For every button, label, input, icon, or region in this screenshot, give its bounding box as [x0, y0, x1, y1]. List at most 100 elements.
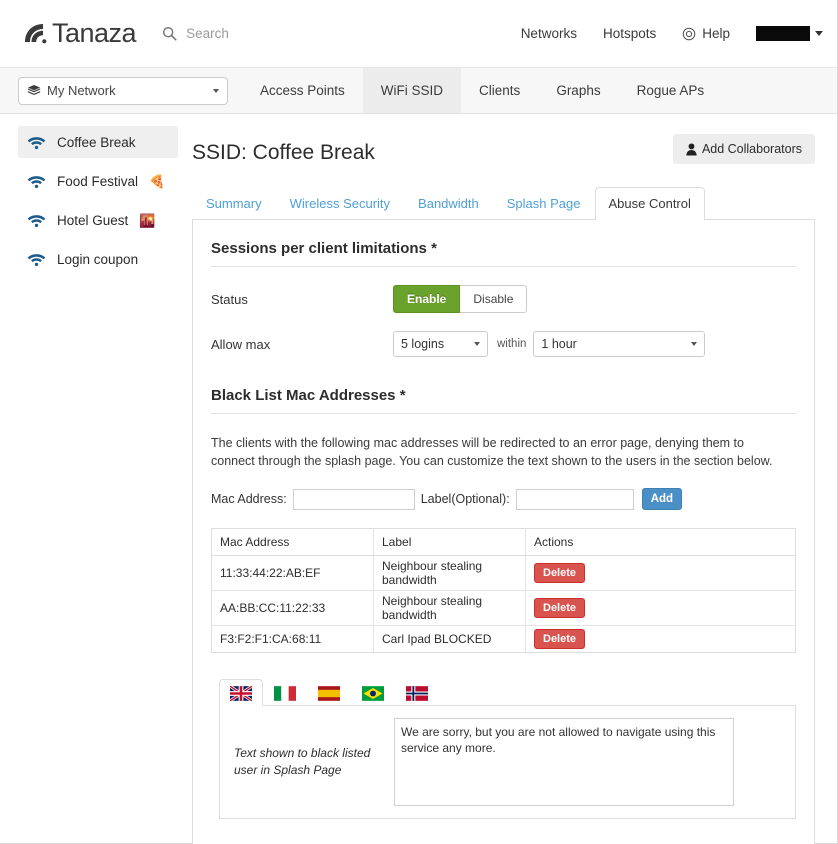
splash-text-caption: Text shown to black listed user in Splas… [234, 746, 371, 778]
italy-flag-icon [274, 686, 296, 702]
delete-button[interactable]: Delete [534, 629, 586, 650]
column-header-mac: Mac Address [211, 528, 374, 557]
language-tabs [219, 679, 796, 707]
column-header-label: Label [373, 528, 526, 557]
column-header-actions: Actions [525, 528, 796, 557]
top-header-bar: Tanaza Networks Hotspots Help [0, 0, 837, 68]
mac-address-field-label: Mac Address: [211, 492, 287, 507]
tab-clients[interactable]: Clients [461, 68, 538, 113]
body-wrapper: Coffee Break Food Festival 🍕 Hotel Guest [0, 114, 837, 844]
user-account-menu[interactable] [756, 26, 823, 41]
wifi-icon [27, 136, 46, 149]
tab-wifi-ssid[interactable]: WiFi SSID [362, 68, 462, 113]
top-nav: Networks Hotspots Help [521, 26, 823, 41]
sidebar-item-label: Login coupon [57, 251, 139, 267]
sessions-section-title: Sessions per client limitations * [211, 240, 796, 267]
cell-mac: 11:33:44:22:AB:EF [211, 555, 374, 592]
within-label: within [497, 338, 527, 350]
cell-mac: AA:BB:CC:11:22:33 [211, 590, 374, 627]
language-tab-gb[interactable] [219, 679, 263, 707]
cell-label: Neighbour stealing bandwidth [373, 590, 526, 627]
blacklist-table: Mac Address Label Actions 11:33:44:22:AB… [211, 528, 796, 654]
nav-link-help[interactable]: Help [682, 26, 730, 41]
wifi-icon [27, 214, 46, 227]
sidebar-item-label: Coffee Break [57, 134, 136, 150]
chevron-down-icon [474, 342, 480, 346]
sidebar-item-label: Hotel Guest [57, 212, 129, 228]
time-window-select[interactable]: 1 hour [533, 331, 706, 357]
cell-mac: F3:F2:F1:CA:68:11 [211, 625, 374, 653]
delete-button[interactable]: Delete [534, 598, 586, 619]
add-mac-button[interactable]: Add [641, 488, 683, 511]
wifi-arc-logo-icon [25, 23, 47, 43]
united-kingdom-flag-icon [230, 686, 252, 702]
chevron-down-icon [213, 88, 219, 93]
status-enable-button[interactable]: Enable [393, 285, 461, 313]
status-label: Status [211, 291, 248, 307]
brand-name: Tanaza [52, 18, 137, 48]
language-block: Text shown to black listed user in Splas… [211, 679, 796, 820]
cell-actions: Delete [525, 590, 796, 627]
chevron-down-icon [815, 31, 823, 36]
add-collaborators-button[interactable]: Add Collaborators [672, 134, 815, 164]
network-nav-bar: My Network Access Points WiFi SSID Clien… [0, 68, 837, 114]
search-icon [163, 26, 177, 41]
language-tab-es[interactable] [307, 679, 351, 706]
spain-flag-icon [318, 686, 340, 702]
page-header: SSID: Coffee Break Add Collaborators [192, 124, 815, 165]
layers-stack-icon [27, 84, 41, 95]
mac-address-input[interactable] [292, 488, 415, 510]
sidebar-item-label: Food Festival [57, 173, 139, 189]
allow-max-label: Allow max [211, 336, 271, 352]
tab-graphs[interactable]: Graphs [538, 68, 618, 113]
cell-actions: Delete [525, 555, 796, 592]
sidebar-item-hotel-guest[interactable]: Hotel Guest 🌇 [18, 204, 178, 236]
blacklist-section-title: Black List Mac Addresses * [211, 387, 796, 414]
delete-button[interactable]: Delete [534, 563, 586, 584]
page-title: SSID: Coffee Break [192, 141, 375, 164]
pizza-emoji-icon: 🍕 [149, 173, 166, 189]
search-input[interactable] [184, 25, 345, 42]
status-toggle-group: Enable Disable [393, 285, 528, 313]
add-collaborators-label: Add Collaborators [701, 142, 802, 156]
tab-rogue-aps[interactable]: Rogue APs [619, 68, 723, 113]
table-row: 11:33:44:22:AB:EF Neighbour stealing ban… [211, 555, 796, 592]
norway-flag-icon [406, 686, 428, 702]
network-selector[interactable]: My Network [18, 76, 228, 105]
subtab-summary[interactable]: Summary [192, 187, 276, 220]
sidebar-item-coffee-break[interactable]: Coffee Break [18, 126, 178, 158]
language-panel: Text shown to black listed user in Splas… [219, 705, 796, 820]
splash-text-textarea[interactable] [394, 718, 734, 807]
logins-count-value: 5 logins [401, 337, 445, 351]
brand-logo[interactable]: Tanaza [22, 18, 137, 49]
tab-access-points[interactable]: Access Points [242, 68, 363, 113]
logins-count-select[interactable]: 5 logins [393, 331, 488, 357]
cell-actions: Delete [526, 626, 796, 653]
person-icon [686, 142, 697, 156]
nav-link-help-label: Help [702, 26, 730, 41]
status-disable-button[interactable]: Disable [460, 285, 528, 313]
brazil-flag-icon [362, 686, 384, 702]
primary-tabs: Access Points WiFi SSID Clients Graphs R… [242, 68, 722, 113]
subtab-bandwidth[interactable]: Bandwidth [404, 187, 493, 220]
subtab-splash-page[interactable]: Splash Page [493, 187, 595, 220]
nav-link-networks[interactable]: Networks [521, 26, 577, 41]
sidebar-item-food-festival[interactable]: Food Festival 🍕 [18, 165, 178, 197]
language-tab-it[interactable] [263, 679, 307, 706]
ssid-sidebar: Coffee Break Food Festival 🍕 Hotel Guest [0, 114, 186, 275]
search-box[interactable] [162, 25, 345, 42]
subtab-abuse-control[interactable]: Abuse Control [594, 187, 705, 220]
table-row: AA:BB:CC:11:22:33 Neighbour stealing ban… [211, 590, 796, 627]
ssid-sub-tabs: Summary Wireless Security Bandwidth Spla… [192, 187, 815, 220]
language-tab-br[interactable] [351, 679, 395, 706]
label-input[interactable] [515, 488, 634, 510]
help-circle-icon [682, 27, 696, 40]
sidebar-item-login-coupon[interactable]: Login coupon [18, 243, 178, 275]
subtab-wireless-security[interactable]: Wireless Security [276, 187, 404, 220]
label-field-label: Label(Optional): [420, 492, 510, 507]
wifi-icon [27, 253, 46, 266]
nav-link-hotspots[interactable]: Hotspots [603, 26, 656, 41]
status-row: Status Enable Disable [211, 285, 796, 313]
cell-label: Neighbour stealing bandwidth [373, 555, 526, 592]
language-tab-no[interactable] [395, 679, 439, 706]
